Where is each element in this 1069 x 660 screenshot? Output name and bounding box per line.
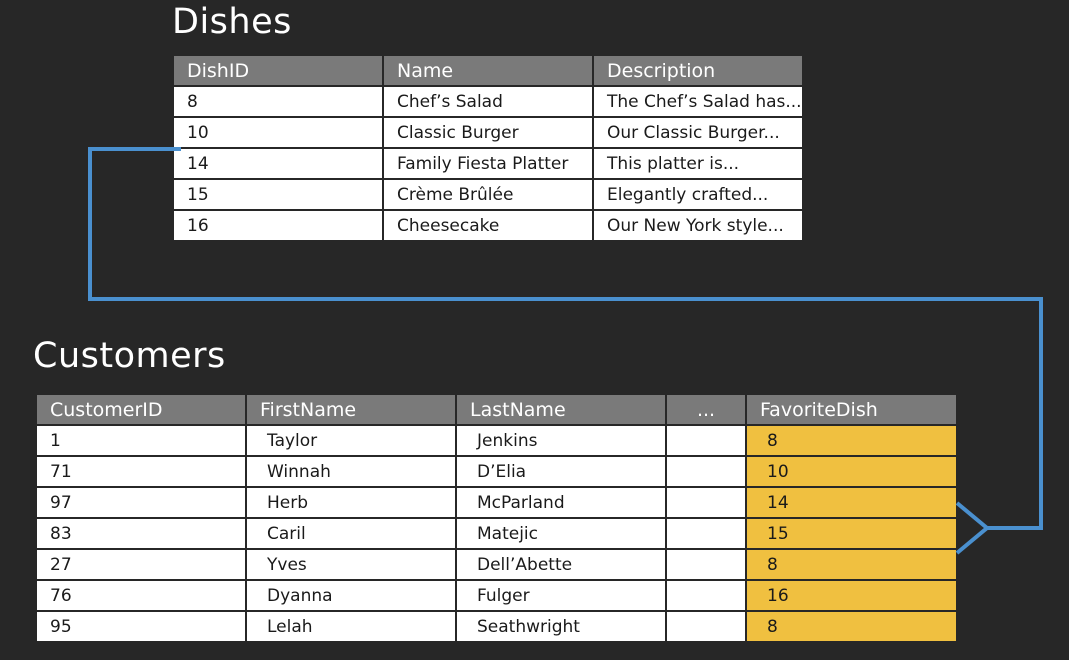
dish-name-cell: Cheesecake [382,209,594,242]
table-row: 76 Dyanna Fulger 16 [35,579,958,612]
ellipsis-cell [665,455,747,488]
favorite-dish-cell: 8 [745,548,958,581]
dish-id-cell: 15 [172,178,384,211]
dish-id-cell: 16 [172,209,384,242]
crows-foot-icon [955,501,991,555]
customer-id-cell: 83 [35,517,247,550]
last-name-cell: Matejic [455,517,667,550]
favorite-dish-cell: 14 [745,486,958,519]
table-row: 16 Cheesecake Our New York style... [172,209,804,242]
dish-description-cell: The Chef’s Salad has... [592,85,804,118]
favorite-dish-cell: 16 [745,579,958,612]
last-name-cell: McParland [455,486,667,519]
favorite-dish-cell: 15 [745,517,958,550]
last-name-cell: Dell’Abette [455,548,667,581]
dishes-title: Dishes [172,2,292,42]
ellipsis-cell [665,579,747,612]
customer-id-cell: 76 [35,579,247,612]
last-name-cell: Seathwright [455,610,667,643]
column-header: DishID [172,54,384,87]
ellipsis-cell [665,517,747,550]
ellipsis-cell [665,610,747,643]
column-header: CustomerID [35,393,247,426]
ellipsis-cell [665,548,747,581]
dish-name-cell: Classic Burger [382,116,594,149]
table-row: 71 Winnah D’Elia 10 [35,455,958,488]
dish-name-cell: Crème Brûlée [382,178,594,211]
first-name-cell: Winnah [245,455,457,488]
favorite-dish-cell: 10 [745,455,958,488]
ellipsis-cell [665,424,747,457]
ellipsis-cell [665,486,747,519]
dishes-table: DishID Name Description 8 Chef’s Salad T… [172,54,804,242]
table-row: 8 Chef’s Salad The Chef’s Salad has... [172,85,804,118]
last-name-cell: Fulger [455,579,667,612]
customers-title: Customers [33,336,226,376]
customers-table: CustomerID FirstName LastName ... Favori… [35,393,958,643]
column-header-ellipsis: ... [665,393,747,426]
last-name-cell: D’Elia [455,455,667,488]
table-row: 14 Family Fiesta Platter This platter is… [172,147,804,180]
last-name-cell: Jenkins [455,424,667,457]
table-row: 97 Herb McParland 14 [35,486,958,519]
dish-description-cell: This platter is... [592,147,804,180]
diagram-canvas: Dishes DishID Name Description 8 Chef’s … [0,0,1069,660]
customer-id-cell: 1 [35,424,247,457]
dish-name-cell: Family Fiesta Platter [382,147,594,180]
first-name-cell: Lelah [245,610,457,643]
first-name-cell: Dyanna [245,579,457,612]
table-row: 1 Taylor Jenkins 8 [35,424,958,457]
table-row: 27 Yves Dell’Abette 8 [35,548,958,581]
table-row: 10 Classic Burger Our Classic Burger... [172,116,804,149]
dish-id-cell: 14 [172,147,384,180]
dish-description-cell: Our Classic Burger... [592,116,804,149]
table-row: 15 Crème Brûlée Elegantly crafted... [172,178,804,211]
table-header-row: DishID Name Description [172,54,804,87]
first-name-cell: Herb [245,486,457,519]
dish-description-cell: Our New York style... [592,209,804,242]
column-header: LastName [455,393,667,426]
customer-id-cell: 95 [35,610,247,643]
favorite-dish-cell: 8 [745,610,958,643]
first-name-cell: Yves [245,548,457,581]
column-header: FavoriteDish [745,393,958,426]
dish-id-cell: 10 [172,116,384,149]
column-header: FirstName [245,393,457,426]
dish-name-cell: Chef’s Salad [382,85,594,118]
first-name-cell: Caril [245,517,457,550]
favorite-dish-cell: 8 [745,424,958,457]
column-header: Description [592,54,804,87]
table-row: 83 Caril Matejic 15 [35,517,958,550]
customer-id-cell: 97 [35,486,247,519]
customer-id-cell: 71 [35,455,247,488]
first-name-cell: Taylor [245,424,457,457]
table-row: 95 Lelah Seathwright 8 [35,610,958,643]
table-header-row: CustomerID FirstName LastName ... Favori… [35,393,958,426]
column-header: Name [382,54,594,87]
dish-description-cell: Elegantly crafted... [592,178,804,211]
customer-id-cell: 27 [35,548,247,581]
dish-id-cell: 8 [172,85,384,118]
